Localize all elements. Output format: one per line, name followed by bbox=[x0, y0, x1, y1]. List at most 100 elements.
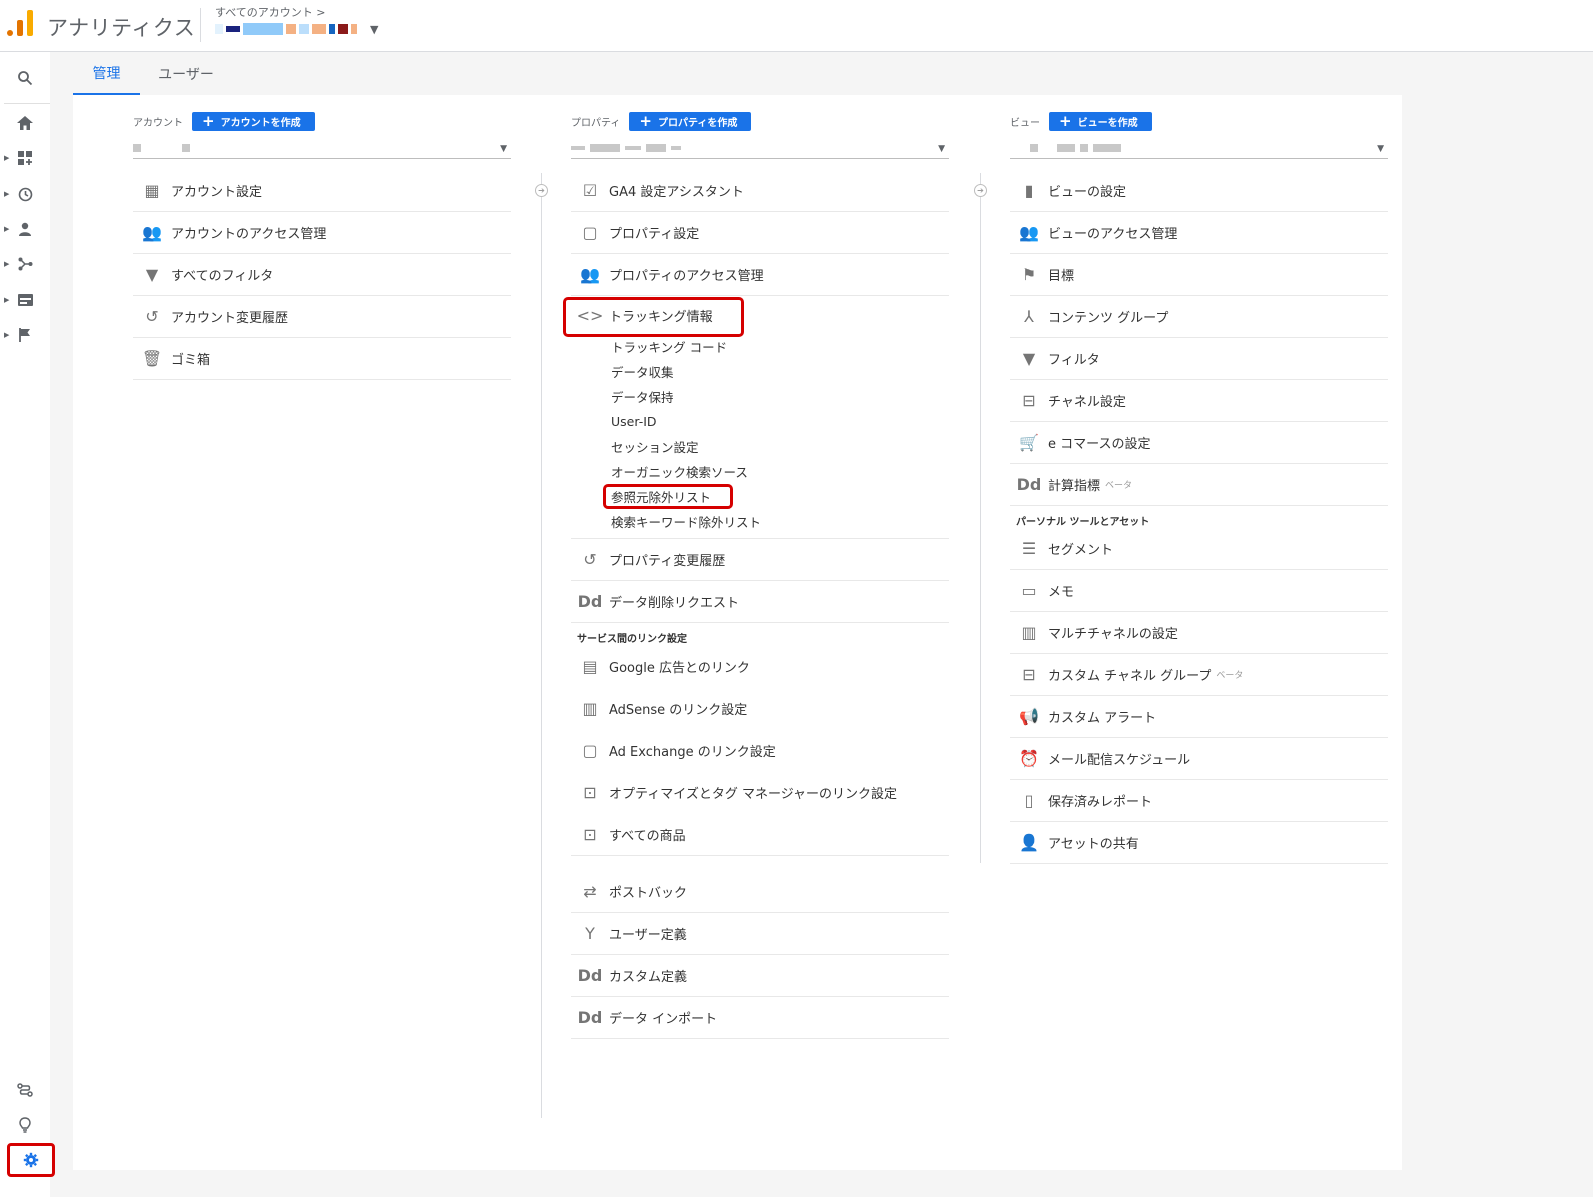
tracking-subitem[interactable]: オーガニック検索ソース bbox=[571, 459, 949, 484]
menu-item-label: データ インポート bbox=[609, 1012, 718, 1027]
menu-item-multichannel[interactable]: ▥ マルチチャネルの設定 bbox=[1010, 612, 1388, 654]
beta-badge: ベータ bbox=[1105, 481, 1133, 491]
app-title: アナリティクス bbox=[47, 16, 196, 40]
left-nav: ▶ ▶ ▶ ▶ ▶ ▶ bbox=[0, 52, 50, 1197]
menu-item-optimize[interactable]: ⊡ オプティマイズとタグ マネージャーのリンク設定 bbox=[571, 771, 949, 813]
menu-item-label: ユーザー定義 bbox=[609, 928, 687, 943]
column-divider bbox=[541, 173, 542, 1118]
masked-property-name bbox=[571, 143, 681, 152]
realtime-clock-icon[interactable]: ▶ bbox=[0, 179, 50, 209]
menu-item-label: 目標 bbox=[1048, 269, 1075, 284]
caret-down-icon[interactable]: ▼ bbox=[500, 144, 507, 154]
menu-item-filter[interactable]: ▼ すべてのフィルタ bbox=[133, 254, 511, 296]
tracking-subitem[interactable]: トラッキング コード bbox=[571, 334, 949, 359]
property-picker[interactable]: ▼ bbox=[215, 19, 378, 39]
create-view-label: ビューを作成 bbox=[1077, 118, 1138, 129]
menu-item-saved-report[interactable]: ▯ 保存済みレポート bbox=[1010, 780, 1388, 822]
menu-item-share-assets[interactable]: 👤 アセットの共有 bbox=[1010, 822, 1388, 864]
search-icon[interactable] bbox=[0, 63, 50, 93]
menu-item-products[interactable]: ⊡ すべての商品 bbox=[571, 813, 949, 855]
menu-item-label: ビューのアクセス管理 bbox=[1048, 227, 1178, 242]
create-property-label: プロパティを作成 bbox=[657, 118, 738, 129]
masked-view-name bbox=[1010, 143, 1121, 152]
menu-item-people[interactable]: 👥 アカウントのアクセス管理 bbox=[133, 212, 511, 254]
property-selector[interactable]: ▼ bbox=[571, 137, 949, 159]
dashboard-icon[interactable]: ▶ bbox=[0, 143, 50, 173]
tab-admin[interactable]: 管理 bbox=[73, 52, 140, 95]
view-selector[interactable]: ▼ bbox=[1010, 137, 1388, 159]
audience-person-icon[interactable]: ▶ bbox=[0, 214, 50, 244]
caret-down-icon[interactable]: ▼ bbox=[938, 144, 945, 154]
menu-item-people[interactable]: 👥 ビューのアクセス管理 bbox=[1010, 212, 1388, 254]
menu-item-layout[interactable]: ▢ プロパティ設定 bbox=[571, 212, 949, 254]
menu-item-checkbox[interactable]: ☑ GA4 設定アシスタント bbox=[571, 170, 949, 212]
tracking-subitem[interactable]: 参照元除外リスト bbox=[571, 484, 949, 509]
menu-item-dd[interactable]: Dd 計算指標 ベータ bbox=[1010, 464, 1388, 506]
tab-user[interactable]: ユーザー bbox=[149, 52, 223, 95]
menu-item-ads[interactable]: ▤ Google 広告とのリンク bbox=[571, 645, 949, 687]
tracking-subitem[interactable]: User-ID bbox=[571, 409, 949, 434]
multichannel-icon: ▥ bbox=[1021, 623, 1037, 642]
masked-account-name bbox=[133, 143, 190, 152]
menu-item-history[interactable]: ↺ アカウント変更履歴 bbox=[133, 296, 511, 338]
menu-item-content-group[interactable]: ⅄ コンテンツ グループ bbox=[1010, 296, 1388, 338]
menu-item-dd[interactable]: Dd データ削除リクエスト bbox=[571, 581, 949, 623]
menu-item-cart[interactable]: 🛒 e コマースの設定 bbox=[1010, 422, 1388, 464]
arrow-right-circle-icon: ➔ bbox=[974, 184, 987, 197]
create-view-button[interactable]: + ビューを作成 bbox=[1049, 112, 1152, 131]
menu-item-label: 保存済みレポート bbox=[1048, 795, 1153, 810]
menu-item-adexchange[interactable]: ▢ Ad Exchange のリンク設定 bbox=[571, 729, 949, 771]
plus-icon: + bbox=[639, 112, 652, 130]
menu-item-label: カスタム アラート bbox=[1048, 711, 1157, 726]
dd-icon: Dd bbox=[577, 966, 603, 985]
menu-item-adsense[interactable]: ▥ AdSense のリンク設定 bbox=[571, 687, 949, 729]
people-icon: 👥 bbox=[142, 223, 162, 242]
menu-item-segment[interactable]: ☰ セグメント bbox=[1010, 528, 1388, 570]
tracking-subitem[interactable]: データ収集 bbox=[571, 359, 949, 384]
view-column-label: ビュー bbox=[1010, 118, 1040, 129]
tracking-subitem[interactable]: セッション設定 bbox=[571, 434, 949, 459]
menu-item-label: Google 広告とのリンク bbox=[609, 660, 750, 676]
property-menu: ☑ GA4 設定アシスタント ▢ プロパティ設定 👥 プロパティのアクセス管理 <> トラッキ… bbox=[571, 170, 949, 1039]
menu-item-label: コンテンツ グループ bbox=[1048, 311, 1169, 326]
menu-item-building[interactable]: ▦ アカウント設定 bbox=[133, 170, 511, 212]
tracking-subitem[interactable]: 検索キーワード除外リスト bbox=[571, 509, 949, 534]
menu-item-label: すべてのフィルタ bbox=[171, 269, 274, 284]
breadcrumb[interactable]: すべてのアカウント > bbox=[215, 4, 326, 20]
lightbulb-icon[interactable] bbox=[0, 1110, 50, 1140]
caret-down-icon[interactable]: ▼ bbox=[1377, 144, 1384, 154]
menu-item-document[interactable]: ▮ ビューの設定 bbox=[1010, 170, 1388, 212]
account-selector[interactable]: ▼ bbox=[133, 137, 511, 159]
menu-item-user-definition[interactable]: Y ユーザー定義 bbox=[571, 913, 949, 955]
menu-item-trash[interactable]: 🗑 ゴミ箱 bbox=[133, 338, 511, 380]
acquisition-icon[interactable]: ▶ bbox=[0, 249, 50, 279]
create-account-button[interactable]: + アカウントを作成 bbox=[192, 112, 315, 131]
menu-item-megaphone[interactable]: 📢 カスタム アラート bbox=[1010, 696, 1388, 738]
menu-item-flag[interactable]: ⚑ 目標 bbox=[1010, 254, 1388, 296]
menu-item-tracking-info[interactable]: <> トラッキング情報 bbox=[571, 296, 949, 334]
user-definition-icon: Y bbox=[585, 924, 595, 943]
create-account-label: アカウントを作成 bbox=[220, 118, 301, 129]
attribution-icon[interactable] bbox=[0, 1075, 50, 1105]
analytics-logo-icon[interactable] bbox=[7, 10, 33, 36]
menu-item-channel[interactable]: ⊟ チャネル設定 bbox=[1010, 380, 1388, 422]
menu-item-custom-channel[interactable]: ⊟ カスタム チャネル グループ ベータ bbox=[1010, 654, 1388, 696]
optimize-icon: ⊡ bbox=[583, 782, 597, 802]
menu-item-alarm[interactable]: ⏰ メール配信スケジュール bbox=[1010, 738, 1388, 780]
tracking-subitem[interactable]: データ保持 bbox=[571, 384, 949, 409]
create-property-button[interactable]: + プロパティを作成 bbox=[629, 112, 752, 131]
menu-item-dd[interactable]: Dd カスタム定義 bbox=[571, 955, 949, 997]
menu-item-postback[interactable]: ⇄ ポストバック bbox=[571, 871, 949, 913]
menu-item-memo[interactable]: ▭ メモ bbox=[1010, 570, 1388, 612]
menu-item-label: ポストバック bbox=[609, 886, 688, 901]
caret-down-icon[interactable]: ▼ bbox=[370, 23, 378, 36]
admin-gear-icon[interactable] bbox=[7, 1143, 55, 1177]
menu-item-history[interactable]: ↺ プロパティ変更履歴 bbox=[571, 539, 949, 581]
menu-item-people[interactable]: 👥 プロパティのアクセス管理 bbox=[571, 254, 949, 296]
home-icon[interactable] bbox=[0, 108, 50, 138]
menu-item-filter[interactable]: ▼ フィルタ bbox=[1010, 338, 1388, 380]
menu-item-dd[interactable]: Dd データ インポート bbox=[571, 997, 949, 1039]
account-column-label: アカウント bbox=[133, 118, 183, 129]
conversions-flag-icon[interactable]: ▶ bbox=[0, 320, 50, 350]
behavior-icon[interactable]: ▶ bbox=[0, 285, 50, 315]
